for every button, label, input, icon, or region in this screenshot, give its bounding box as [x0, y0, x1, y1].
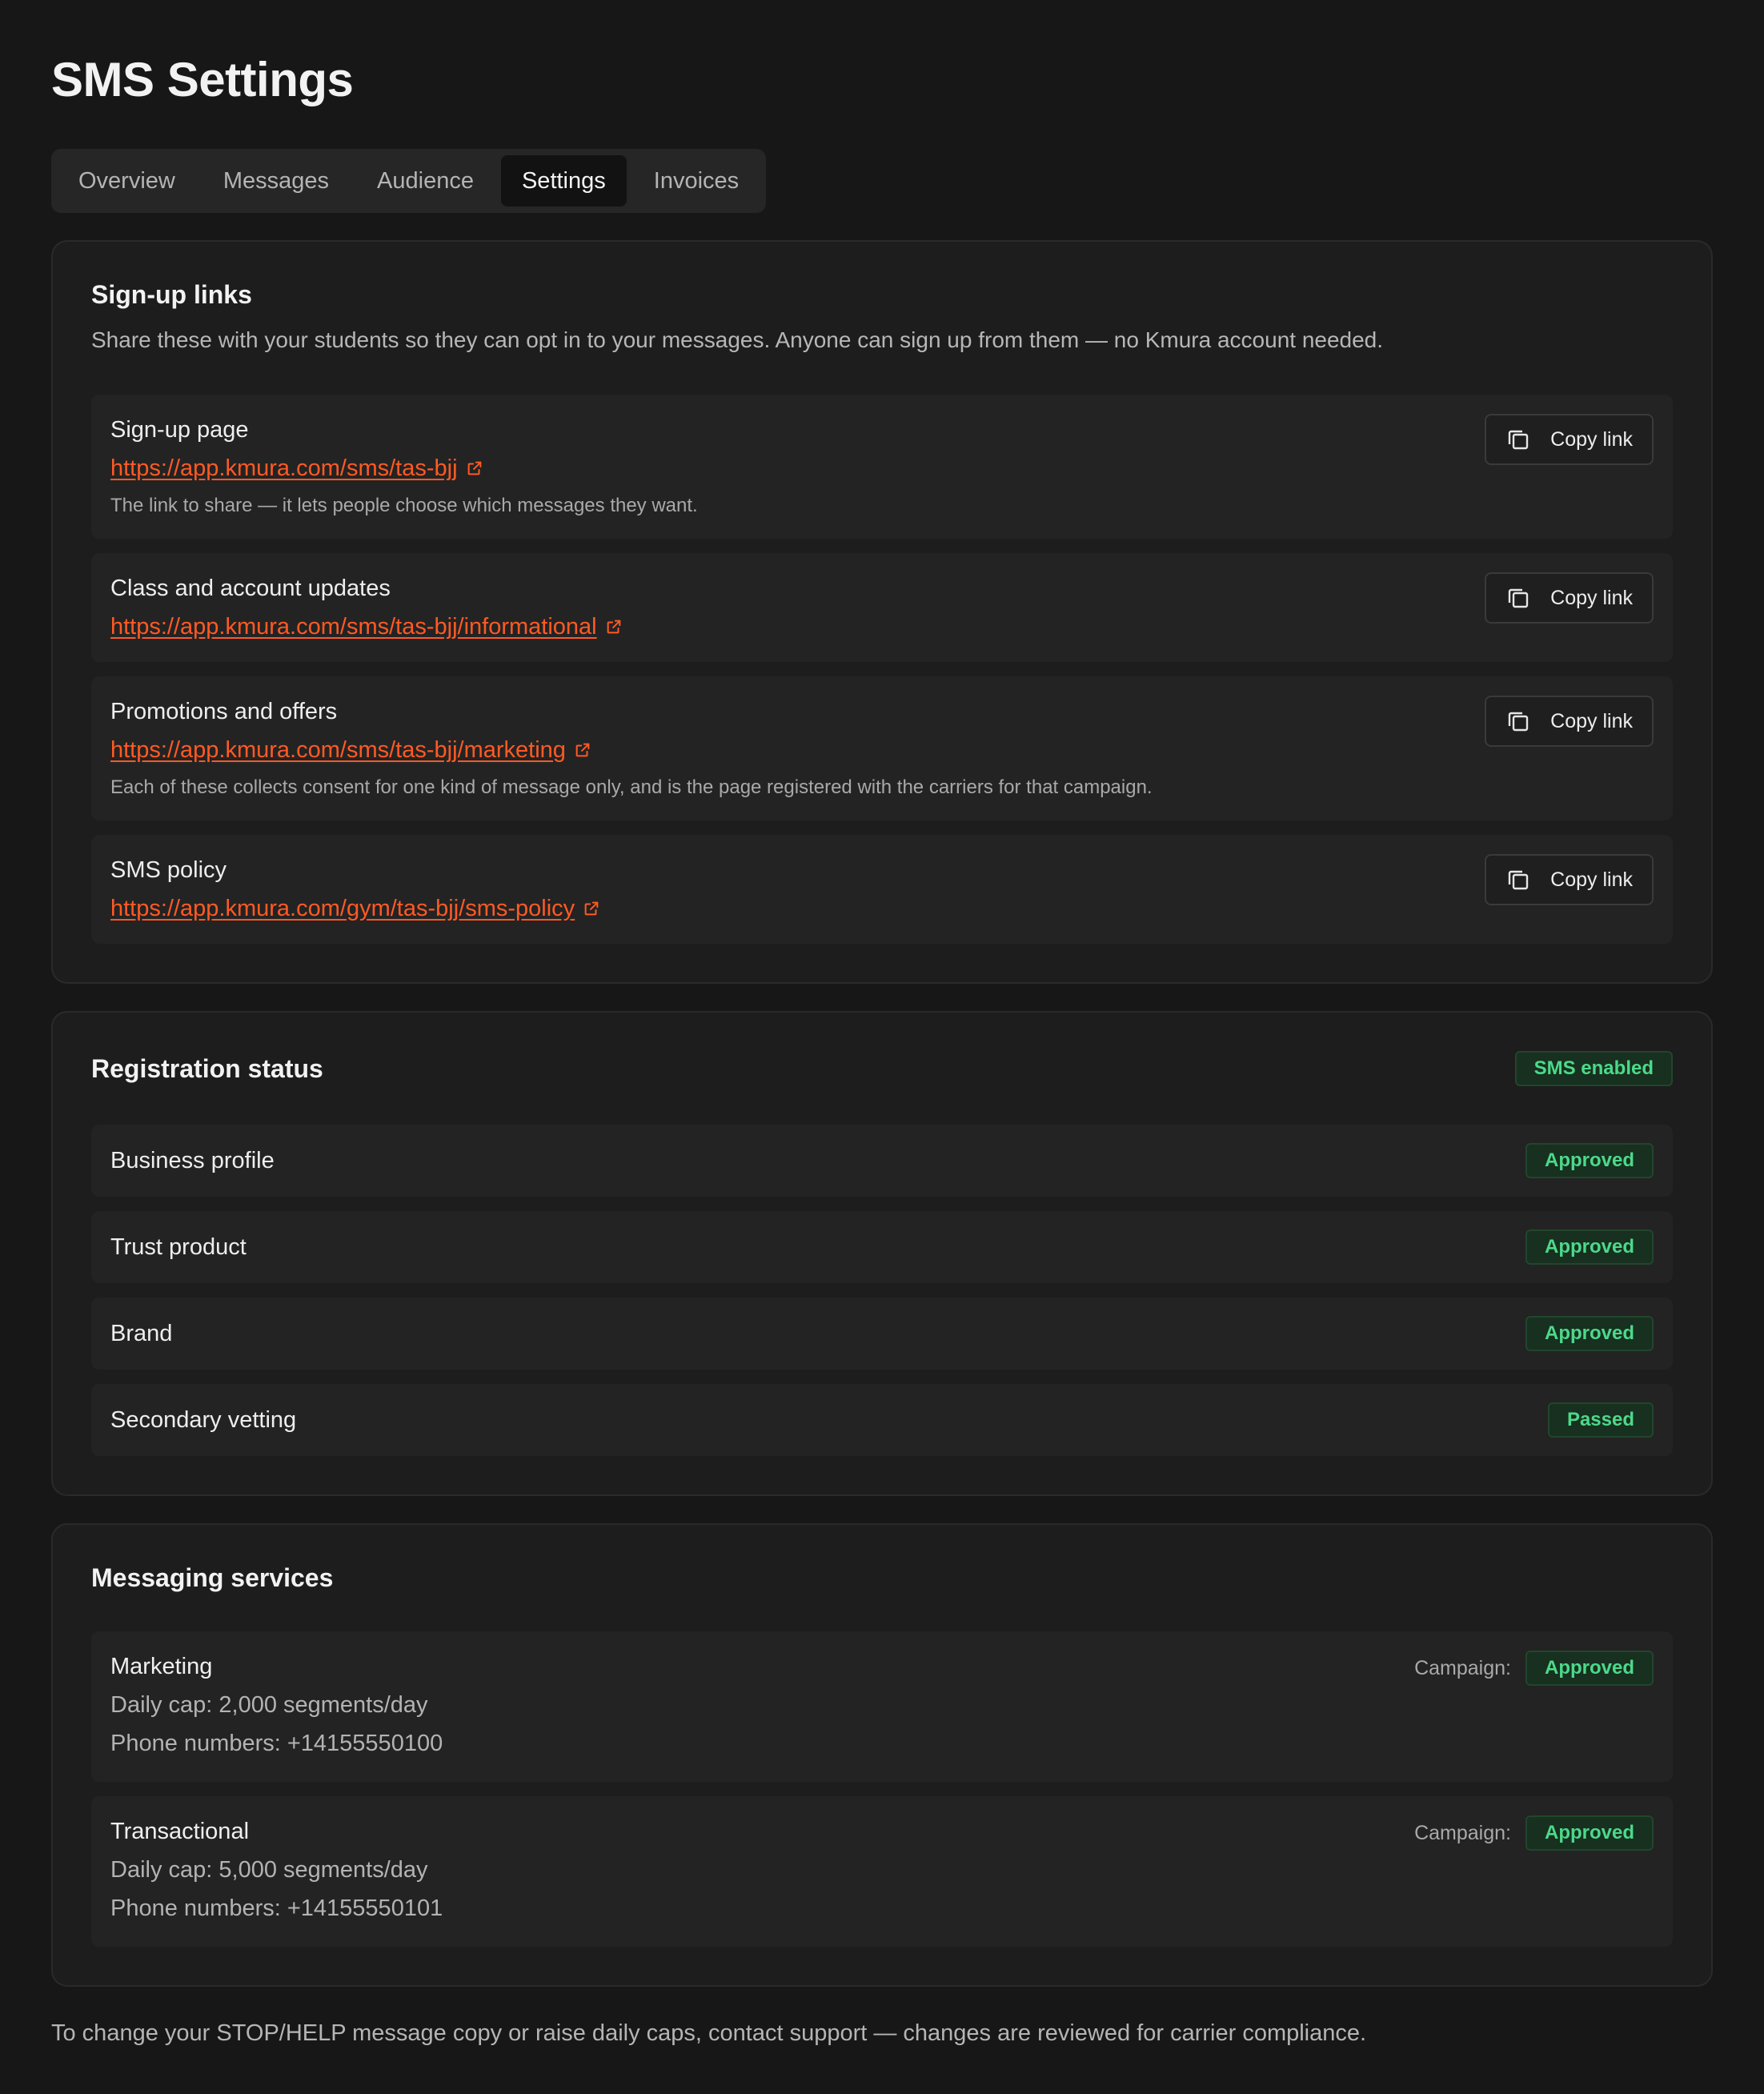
signup-links-description: Share these with your students so they c… — [91, 327, 1384, 352]
informational-url: https://app.kmura.com/sms/tas-bjj/inform… — [110, 614, 597, 640]
registration-item-label: Business profile — [110, 1147, 275, 1173]
signup-link-row: SMS policy https://app.kmura.com/gym/tas… — [91, 835, 1673, 944]
signup-links-title: Sign-up links — [91, 280, 252, 309]
copy-link-label: Copy link — [1550, 427, 1633, 451]
registration-status-row: Business profile Approved — [91, 1125, 1673, 1197]
copy-link-label: Copy link — [1550, 586, 1633, 609]
campaign-label: Campaign: — [1414, 1821, 1511, 1844]
service-daily-cap: Daily cap: 5,000 segments/day — [110, 1857, 428, 1883]
external-link-icon — [467, 461, 481, 475]
campaign-status-badge: Approved — [1525, 1815, 1654, 1851]
copy-icon — [1508, 588, 1529, 608]
messaging-service-row: Transactional Daily cap: 5,000 segments/… — [91, 1796, 1673, 1947]
tab-messages[interactable]: Messages — [202, 155, 350, 207]
copy-link-label: Copy link — [1550, 868, 1633, 891]
tab-settings[interactable]: Settings — [500, 155, 627, 207]
service-name: Transactional — [110, 1819, 250, 1844]
registration-status-title: Registration status — [91, 1053, 323, 1083]
signup-link-note: Each of these collects consent for one k… — [110, 776, 1153, 798]
campaign-status-badge: Approved — [1525, 1651, 1654, 1686]
marketing-url: https://app.kmura.com/sms/tas-bjj/market… — [110, 737, 566, 763]
external-link-icon — [607, 620, 620, 634]
registration-status-card: Registration status SMS enabled Business… — [51, 1011, 1713, 1496]
registration-item-label: Secondary vetting — [110, 1406, 297, 1433]
registration-status-row: Trust product Approved — [91, 1211, 1673, 1283]
sms-enabled-badge: SMS enabled — [1514, 1051, 1673, 1086]
copy-icon — [1508, 712, 1529, 732]
signup-link-row: Sign-up page https://app.kmura.com/sms/t… — [91, 395, 1673, 539]
service-phone-numbers: Phone numbers: +14155550100 — [110, 1731, 443, 1756]
tab-audience[interactable]: Audience — [356, 155, 495, 207]
signup-links-card: Sign-up links Share these with your stud… — [51, 240, 1713, 984]
campaign-label: Campaign: — [1414, 1656, 1511, 1679]
service-phone-numbers: Phone numbers: +14155550101 — [110, 1895, 443, 1921]
signup-link-label: Class and account updates — [110, 576, 391, 601]
messaging-service-row: Marketing Daily cap: 2,000 segments/day … — [91, 1631, 1673, 1782]
status-badge: Approved — [1525, 1316, 1654, 1351]
copy-link-button[interactable]: Copy link — [1485, 696, 1654, 747]
signup-link-label: Promotions and offers — [110, 699, 338, 724]
copy-icon — [1508, 430, 1529, 450]
messaging-services-title: Messaging services — [91, 1563, 334, 1592]
service-daily-cap: Daily cap: 2,000 segments/day — [110, 1692, 428, 1718]
signup-link-label: SMS policy — [110, 857, 227, 883]
signup-link-note: The link to share — it lets people choos… — [110, 495, 698, 516]
marketing-link[interactable]: https://app.kmura.com/sms/tas-bjj/market… — [110, 734, 1153, 766]
tab-overview[interactable]: Overview — [58, 155, 196, 207]
signup-page-url: https://app.kmura.com/sms/tas-bjj — [110, 455, 458, 481]
external-link-icon — [584, 901, 599, 916]
signup-page-link[interactable]: https://app.kmura.com/sms/tas-bjj — [110, 452, 698, 484]
copy-icon — [1508, 870, 1529, 890]
copy-link-button[interactable]: Copy link — [1485, 854, 1654, 905]
copy-link-label: Copy link — [1550, 709, 1633, 732]
tab-invoices[interactable]: Invoices — [633, 155, 760, 207]
registration-item-label: Trust product — [110, 1234, 247, 1260]
sms-settings-page: SMS Settings Overview Messages Audience … — [0, 0, 1764, 2049]
service-name: Marketing — [110, 1654, 213, 1679]
registration-item-label: Brand — [110, 1320, 173, 1346]
registration-status-row: Brand Approved — [91, 1298, 1673, 1370]
status-badge: Approved — [1525, 1230, 1654, 1265]
registration-status-row: Secondary vetting Passed — [91, 1384, 1673, 1456]
messaging-services-card: Messaging services Marketing Daily cap: … — [51, 1523, 1713, 1987]
signup-link-row: Promotions and offers https://app.kmura.… — [91, 676, 1673, 820]
page-title: SMS Settings — [51, 53, 354, 106]
status-badge: Passed — [1547, 1402, 1654, 1438]
copy-link-button[interactable]: Copy link — [1485, 414, 1654, 465]
signup-link-row: Class and account updates https://app.km… — [91, 553, 1673, 662]
sms-policy-link[interactable]: https://app.kmura.com/gym/tas-bjj/sms-po… — [110, 893, 600, 925]
external-link-icon — [575, 743, 590, 757]
footer-note: To change your STOP/HELP message copy or… — [51, 2020, 1367, 2046]
signup-link-label: Sign-up page — [110, 417, 249, 443]
sms-policy-url: https://app.kmura.com/gym/tas-bjj/sms-po… — [110, 896, 575, 921]
copy-link-button[interactable]: Copy link — [1485, 572, 1654, 624]
informational-link[interactable]: https://app.kmura.com/sms/tas-bjj/inform… — [110, 611, 623, 643]
tab-bar: Overview Messages Audience Settings Invo… — [51, 149, 767, 213]
status-badge: Approved — [1525, 1143, 1654, 1178]
